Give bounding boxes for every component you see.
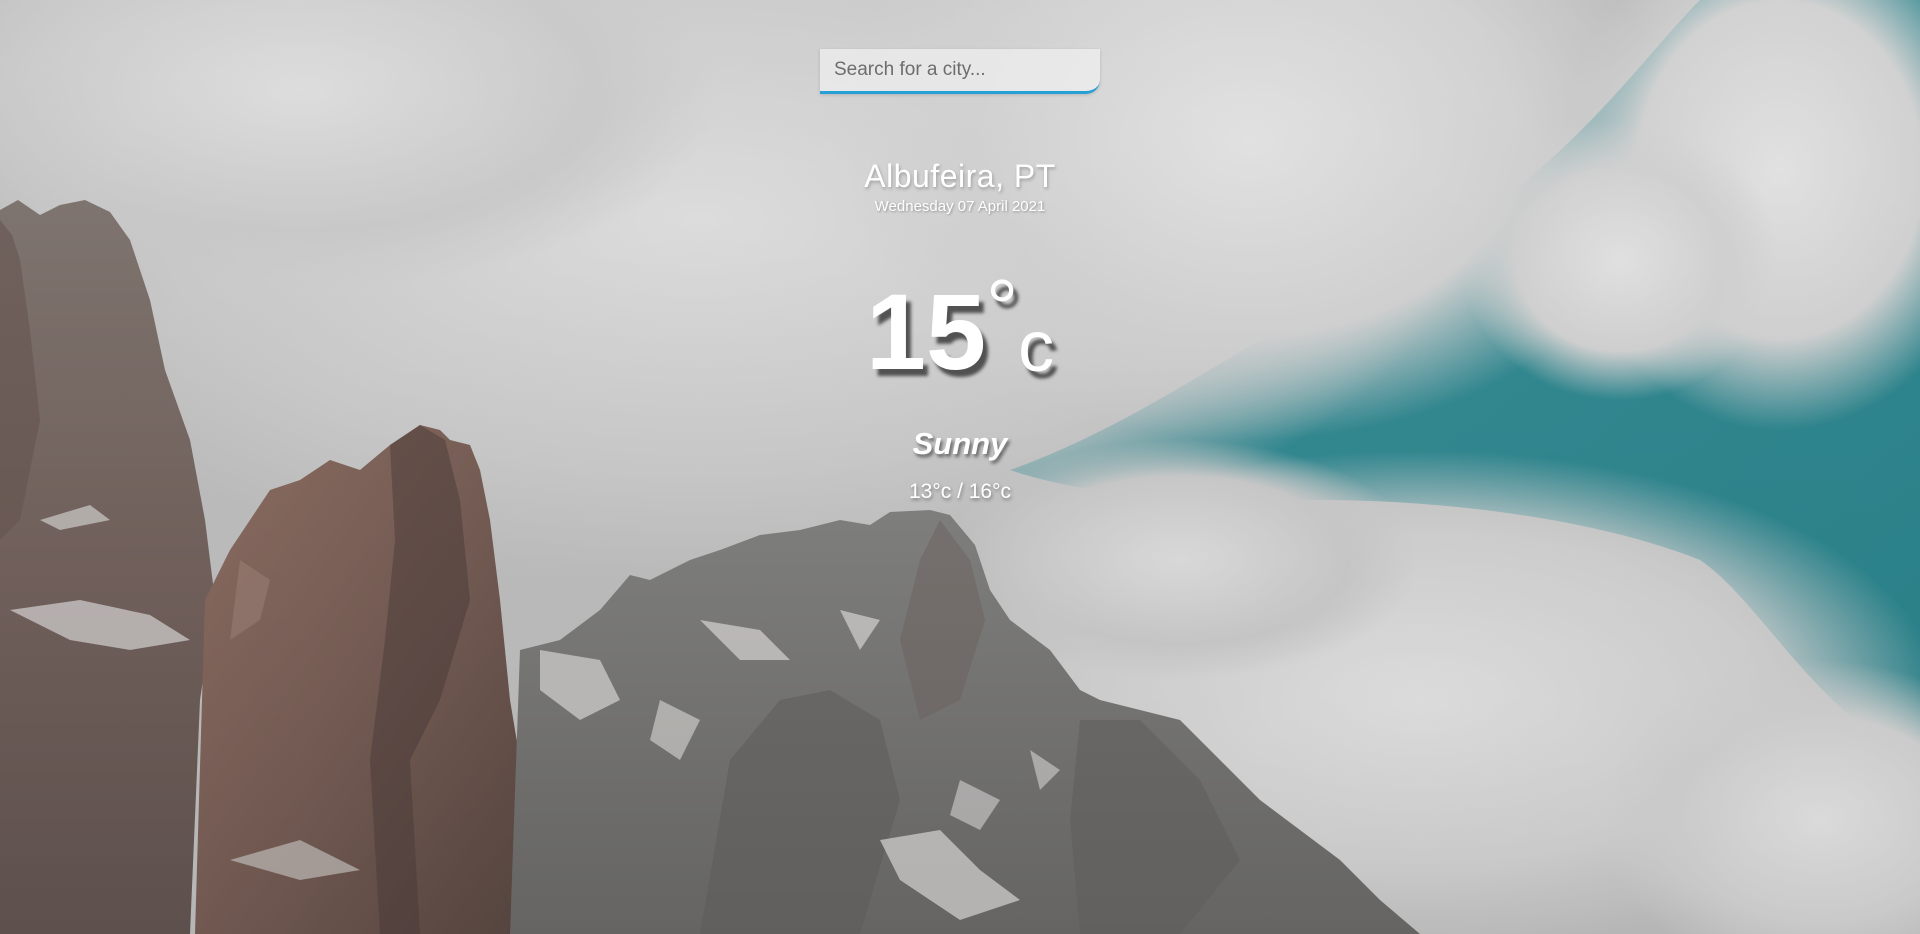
- city-name: Albufeira, PT: [864, 158, 1056, 194]
- weather-condition: Sunny: [912, 426, 1008, 461]
- temperature-unit: c: [1018, 307, 1055, 387]
- temperature-value: 15: [865, 271, 987, 392]
- location-box: Albufeira, PT Wednesday 07 April 2021: [0, 158, 1920, 215]
- city-search-input[interactable]: [820, 49, 1100, 94]
- weather-app: Albufeira, PT Wednesday 07 April 2021 15…: [0, 0, 1920, 934]
- temperature-display: 15°c: [0, 268, 1920, 386]
- current-date: Wednesday 07 April 2021: [874, 198, 1046, 215]
- degree-symbol: °: [986, 263, 1019, 352]
- temperature-range: 13°c / 16°c: [908, 480, 1012, 503]
